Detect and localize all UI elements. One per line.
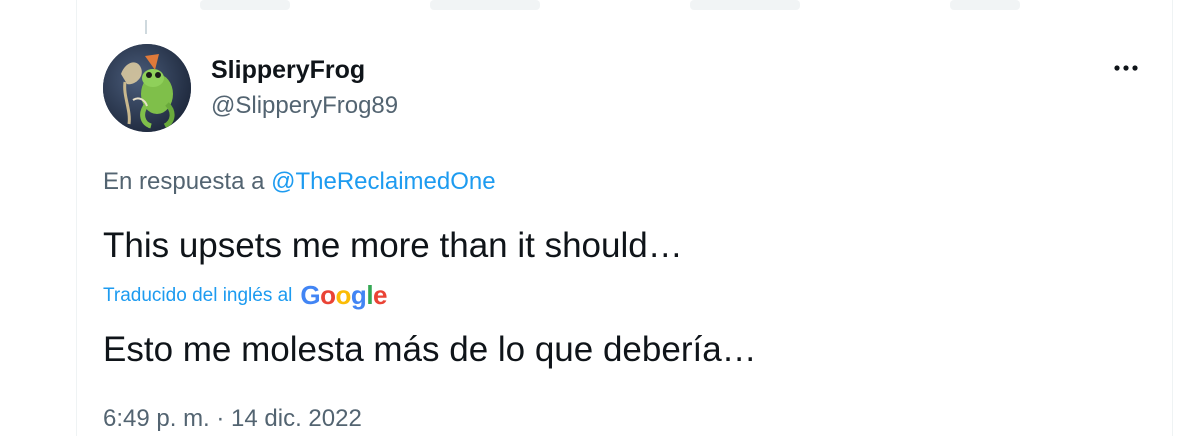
previous-action-placeholder [430,0,540,10]
left-divider [76,0,77,436]
previous-action-placeholder [690,0,800,10]
reply-prefix: En respuesta a [103,168,265,195]
right-divider [1172,0,1173,436]
tweet-text: This upsets me more than it should… [103,226,683,265]
reply-context: En respuesta a @TheReclaimedOne [103,168,496,196]
author-handle[interactable]: @SlipperyFrog89 [211,92,398,120]
google-logo: Google [300,280,388,310]
reply-mention-link[interactable]: @TheReclaimedOne [271,168,495,195]
tweet-card: SlipperyFrog @SlipperyFrog89 En respuest… [0,0,1200,436]
translated-tweet-text: Esto me molesta más de lo que debería… [103,330,757,369]
more-options-button[interactable] [1108,54,1144,82]
previous-action-placeholder [200,0,290,10]
tweet-timestamp[interactable]: 6:49 p. m. · 14 dic. 2022 [103,405,362,433]
author-display-name[interactable]: SlipperyFrog [211,56,365,85]
thread-connector-line [145,20,147,34]
translation-label: Traducido del inglés al [103,284,293,306]
avatar[interactable] [103,44,191,132]
translation-attribution[interactable]: Traducido del inglés al Google [103,280,388,311]
more-horizontal-icon [1114,65,1138,71]
previous-action-placeholder [950,0,1020,10]
frog-avatar-image [103,44,191,132]
